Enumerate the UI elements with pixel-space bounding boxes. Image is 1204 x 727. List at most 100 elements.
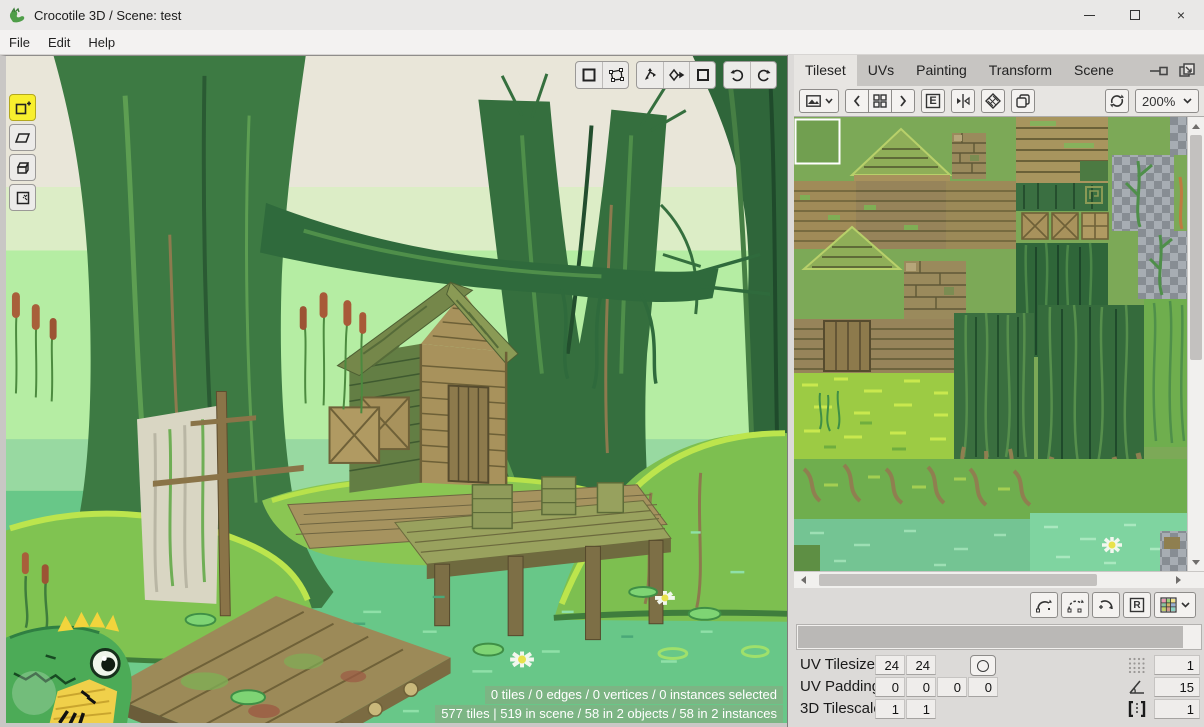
uv-padding-2-field[interactable] — [906, 677, 936, 697]
maximize-icon — [1130, 10, 1140, 20]
scene-status: 0 tiles / 0 edges / 0 vertices / 0 insta… — [435, 685, 783, 723]
scene-canvas[interactable] — [6, 56, 787, 723]
triangle-down-icon — [1192, 560, 1200, 569]
uv-tilesize-label: UV Tilesize: — [800, 656, 879, 673]
tileset-vscrollbar[interactable] — [1187, 117, 1204, 571]
chevron-down-icon — [1181, 602, 1190, 608]
grid-snap-field[interactable] — [1154, 655, 1200, 675]
extrude-icon — [1128, 701, 1146, 717]
duplicate-button[interactable] — [1011, 89, 1035, 113]
tile-grid-button[interactable] — [868, 89, 892, 113]
next-tile-button[interactable] — [891, 89, 915, 113]
palette-grid-dropdown[interactable] — [1154, 592, 1196, 618]
menu-edit[interactable]: Edit — [39, 32, 79, 53]
edit-tileset-button[interactable]: E — [921, 89, 945, 113]
tilescale-x-field[interactable] — [875, 699, 905, 719]
uv-padding-3-field[interactable] — [937, 677, 967, 697]
close-button[interactable]: × — [1158, 0, 1204, 30]
tile-transform-bar: R — [794, 588, 1204, 622]
layers-diamond-icon — [985, 93, 1001, 109]
scroll-left-button[interactable] — [794, 572, 811, 588]
tilescale-y-field[interactable] — [906, 699, 936, 719]
extrude-field[interactable] — [1154, 699, 1200, 719]
scroll-right-button[interactable] — [1170, 572, 1187, 588]
uv-padding-4-field[interactable] — [968, 677, 998, 697]
viewport-toolbar — [575, 61, 777, 89]
flip-axis-icon — [955, 93, 971, 109]
move-tool-button[interactable] — [637, 62, 663, 88]
select-box-icon — [581, 67, 597, 83]
zoom-level-dropdown[interactable]: 200% — [1135, 89, 1199, 113]
tileset-hscrollbar[interactable] — [794, 571, 1204, 588]
zoom-level-value: 200% — [1142, 94, 1175, 109]
undo-button[interactable] — [724, 62, 750, 88]
grid-icon — [873, 94, 887, 108]
duplicate-icon — [1015, 93, 1031, 109]
minimize-button[interactable] — [1066, 0, 1112, 30]
scroll-up-button[interactable] — [1188, 117, 1204, 134]
reset-letter: R — [1133, 600, 1140, 611]
scroll-down-button[interactable] — [1188, 554, 1204, 571]
vertex-edit-tool-button[interactable] — [663, 62, 689, 88]
angle-snap-icon — [1128, 679, 1146, 695]
uv-tilesize-y-field[interactable] — [906, 655, 936, 675]
scale-tool-button[interactable] — [689, 62, 715, 88]
angle-snap-field[interactable] — [1154, 677, 1200, 697]
tab-tileset[interactable]: Tileset — [794, 55, 857, 86]
uv-link-button[interactable] — [970, 655, 996, 676]
rotate-cw-button[interactable] — [1092, 592, 1120, 618]
face-tool-button[interactable] — [9, 124, 36, 151]
tileset-slider[interactable] — [796, 624, 1202, 650]
triangle-left-icon — [797, 576, 806, 584]
refresh-tileset-button[interactable] — [1105, 89, 1129, 113]
tileset-canvas[interactable] — [794, 117, 1187, 571]
rotate-dashed-button[interactable] — [1061, 592, 1089, 618]
tab-scene[interactable]: Scene — [1063, 55, 1125, 86]
tile-create-tool-button[interactable] — [9, 94, 36, 121]
menu-help[interactable]: Help — [79, 32, 124, 53]
rotate-ccw-button[interactable] — [1030, 592, 1058, 618]
tab-uvs[interactable]: UVs — [857, 55, 905, 86]
chevron-left-icon — [853, 95, 861, 107]
vertex-edit-icon — [669, 67, 685, 83]
panel-tabbar: Tileset UVs Painting Transform Scene — [794, 55, 1204, 86]
app-crocodile-icon — [8, 6, 26, 24]
vscroll-thumb[interactable] — [1190, 135, 1202, 360]
block-tool-button[interactable] — [9, 154, 36, 181]
orbit-widget[interactable] — [12, 671, 56, 715]
texture-tool-button[interactable] — [9, 184, 36, 211]
redo-button[interactable] — [750, 62, 776, 88]
dock-panel-button[interactable] — [1148, 61, 1170, 81]
block-tool-icon — [15, 160, 31, 176]
tileset-settings: UV Tilesize: UV Padding: 3D Tilescale: — [794, 652, 1204, 727]
titlebar: Crocotile 3D / Scene: test × — [0, 0, 1204, 30]
rotate-cw-icon — [1097, 597, 1115, 613]
hscroll-thumb[interactable] — [819, 574, 1097, 586]
image-icon — [806, 95, 821, 107]
flip-axis-button[interactable] — [951, 89, 975, 113]
uv-tilesize-x-field[interactable] — [875, 655, 905, 675]
window-title: Crocotile 3D / Scene: test — [34, 8, 181, 23]
tab-transform[interactable]: Transform — [978, 55, 1063, 86]
palette-grid-icon — [1160, 597, 1177, 613]
scene-viewport[interactable]: 0 tiles / 0 edges / 0 vertices / 0 insta… — [0, 55, 787, 727]
panel-splitter[interactable] — [787, 55, 794, 727]
move-tool-icon — [642, 67, 658, 83]
select-vertex-tool-button[interactable] — [602, 62, 628, 88]
tilescale-label: 3D Tilescale: — [800, 700, 886, 717]
rotate-reset-button[interactable]: R — [1123, 592, 1151, 618]
menu-file[interactable]: File — [0, 32, 39, 53]
face-tool-icon — [15, 130, 31, 146]
prev-tile-button[interactable] — [845, 89, 869, 113]
tileset-slider-row — [794, 622, 1204, 652]
popout-panel-button[interactable] — [1176, 61, 1198, 81]
maximize-button[interactable] — [1112, 0, 1158, 30]
tileset-select-dropdown[interactable] — [799, 89, 839, 113]
tileset-slider-thumb[interactable] — [798, 626, 1183, 648]
tab-painting[interactable]: Painting — [905, 55, 978, 86]
select-box-tool-button[interactable] — [576, 62, 602, 88]
uv-padding-label: UV Padding: — [800, 678, 884, 695]
layers-button[interactable] — [981, 89, 1005, 113]
uv-padding-1-field[interactable] — [875, 677, 905, 697]
right-panel: Tileset UVs Painting Transform Scene — [794, 55, 1204, 727]
